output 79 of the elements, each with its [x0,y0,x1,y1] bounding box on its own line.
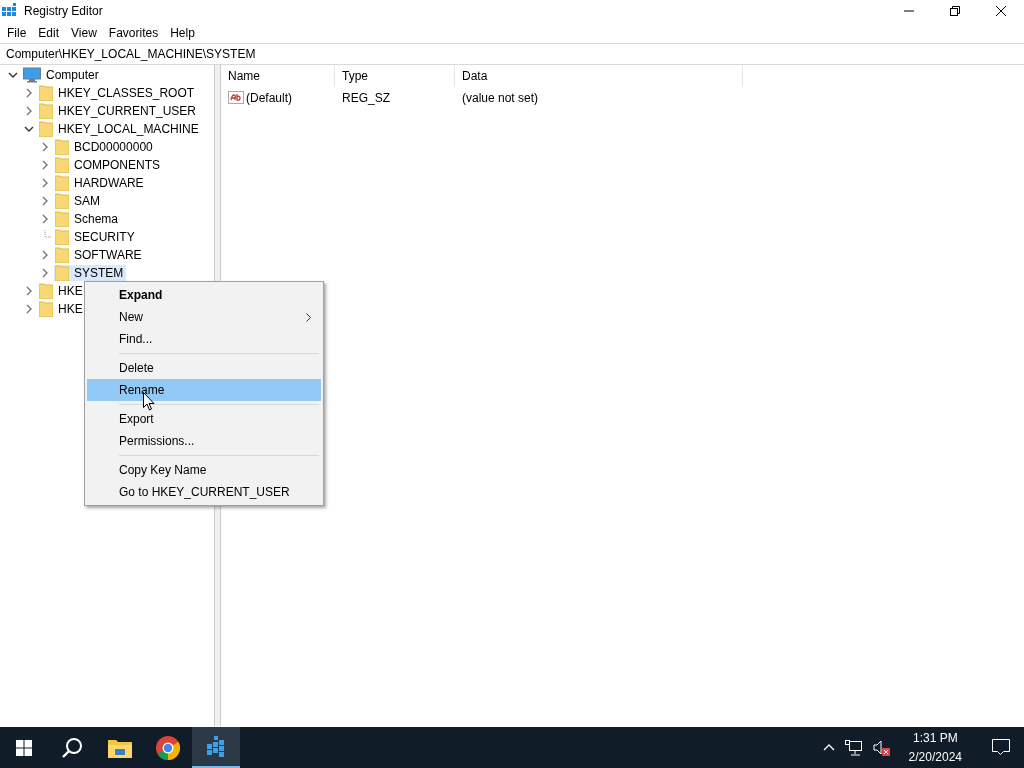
browser-icon[interactable] [155,734,181,761]
collapse-chevron-icon[interactable] [24,126,34,132]
tree-node[interactable]: SOFTWARE [54,247,145,263]
menu-item[interactable]: Edit [32,23,66,42]
menu-item[interactable]: Favorites [102,23,165,42]
address-bar[interactable]: Computer\HKEY_LOCAL_MACHINE\SYSTEM [0,43,1024,65]
folder-icon [55,193,69,209]
tree-node[interactable]: COMPONENTS [54,157,163,173]
context-menu-item[interactable]: Go to HKEY_CURRENT_USER [87,481,321,503]
clock-time[interactable]: 1:31 PM [912,728,958,748]
mouse-cursor-icon [143,392,155,411]
folder-icon [39,283,53,299]
search-icon[interactable] [61,736,83,759]
folder-icon [55,157,69,173]
context-menu-item[interactable]: Export [87,408,321,430]
menu-item[interactable]: File [1,23,33,42]
folder-icon [55,265,69,281]
expand-chevron-icon[interactable] [42,178,48,188]
clock-date[interactable]: 2/20/2024 [908,747,962,767]
table-cell: (value not set) [462,91,539,105]
column-header[interactable]: Name [221,65,335,87]
tree-node[interactable]: SAM [54,193,103,209]
context-menu-item[interactable]: Find... [87,328,321,350]
expand-chevron-icon[interactable] [26,88,32,98]
tree-node[interactable]: HKEY_LOCAL_MACHINE [38,121,202,137]
column-header[interactable]: Data [455,65,743,87]
menu-item[interactable]: View [65,23,103,42]
context-menu-item[interactable]: Rename [87,379,321,401]
network-icon[interactable] [844,739,863,756]
folder-icon [55,175,69,191]
tree-node[interactable]: HKE [38,301,86,317]
expand-chevron-icon[interactable] [42,214,48,224]
tree-node[interactable]: SYSTEM [54,265,127,281]
tree-node[interactable]: Schema [54,211,122,227]
collapse-chevron-icon[interactable] [8,72,18,78]
expand-chevron-icon[interactable] [42,196,48,206]
context-menu-item[interactable]: Permissions... [87,430,321,452]
expand-chevron-icon[interactable] [26,304,32,314]
context-menu-item[interactable]: Copy Key Name [87,459,321,481]
folder-icon [39,103,53,119]
window-title: Registry Editor [24,4,103,18]
tree-node[interactable]: SECURITY [54,229,138,245]
tree-node[interactable]: HKE [38,283,86,299]
chevron-up-icon[interactable] [822,744,835,751]
tree-node[interactable]: HARDWARE [54,175,147,191]
restore-icon[interactable] [950,6,960,16]
column-header[interactable]: Type [335,65,455,87]
folder-icon [39,85,53,101]
context-menu-item[interactable]: Delete [87,357,321,379]
folder-icon [39,121,53,137]
tree-node[interactable]: HKEY_CLASSES_ROOT [38,85,198,101]
close-icon[interactable] [996,6,1006,16]
tree-node[interactable]: HKEY_CURRENT_USER [38,103,200,119]
notification-icon[interactable] [992,739,1010,756]
expand-chevron-icon[interactable] [42,142,48,152]
string-value-icon [228,90,244,106]
folder-icon [55,139,69,155]
volume-muted-icon[interactable] [872,739,893,756]
registry-cubes-icon [2,3,18,19]
expand-chevron-icon[interactable] [42,160,48,170]
expand-chevron-icon[interactable] [26,106,32,116]
tree-node[interactable]: Computer [22,67,102,83]
folder-icon [55,229,69,245]
folder-icon [55,247,69,263]
windows-start-icon[interactable] [16,739,32,756]
table-cell: REG_SZ [342,91,390,105]
folder-icon[interactable] [108,737,132,758]
computer-icon [23,67,41,83]
folder-icon [39,301,53,317]
context-menu-item[interactable]: New [87,306,321,328]
table-cell: (Default) [246,91,292,105]
context-menu-item[interactable]: Expand [87,284,321,306]
expand-chevron-icon[interactable] [42,268,48,278]
expand-chevron-icon[interactable] [42,250,48,260]
registry-cubes-icon[interactable] [205,735,227,758]
folder-icon [55,211,69,227]
tree-node[interactable]: BCD00000000 [54,139,156,155]
expand-chevron-icon[interactable] [26,286,32,296]
menu-item[interactable]: Help [164,23,201,42]
